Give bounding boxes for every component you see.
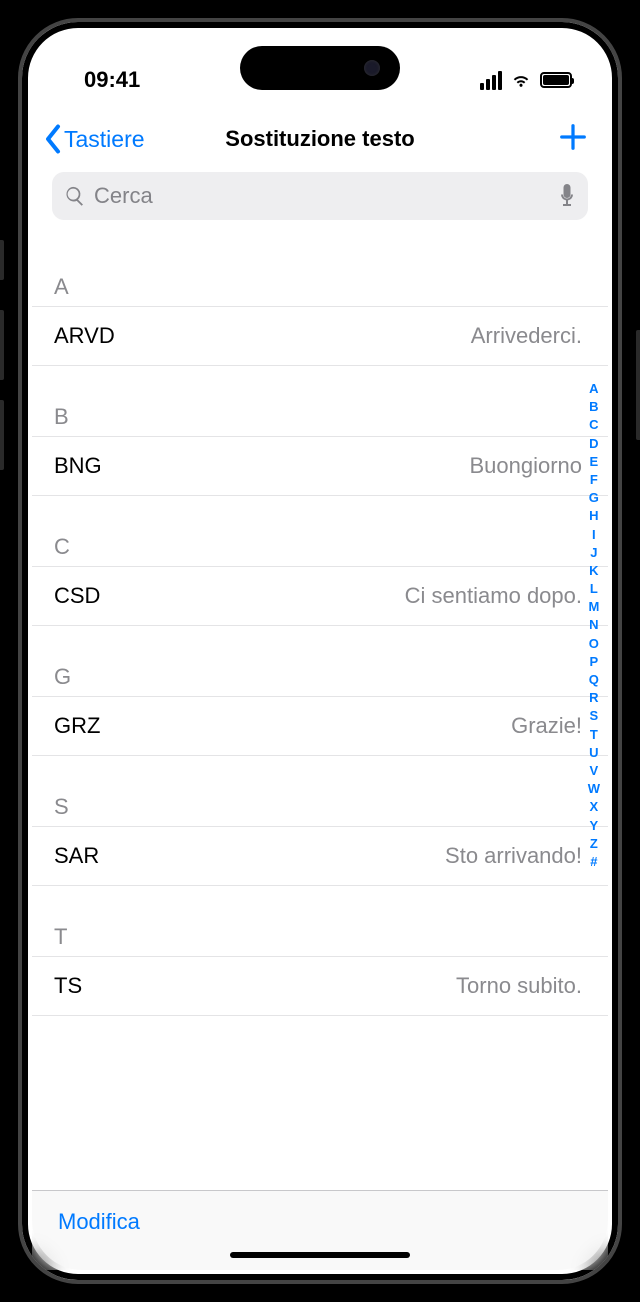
replacement-row[interactable]: CSD Ci sentiamo dopo. (32, 567, 608, 626)
cellular-signal-icon (480, 71, 502, 90)
replacement-row[interactable]: GRZ Grazie! (32, 697, 608, 756)
index-letter[interactable]: F (586, 471, 602, 489)
shortcut-text: ARVD (54, 323, 115, 349)
status-indicators (480, 69, 572, 91)
home-indicator[interactable] (230, 1252, 410, 1258)
section-header: T (32, 914, 608, 957)
mic-icon[interactable] (558, 184, 576, 208)
section-T: T TS Torno subito. (32, 914, 608, 1016)
phrase-text: Arrivederci. (471, 323, 582, 349)
section-header: C (32, 524, 608, 567)
replacement-groups: AARVDArrivederci.BBNGBuongiornoCCSDCi se… (32, 264, 608, 1016)
chevron-left-icon (42, 124, 64, 154)
index-letter[interactable]: D (585, 435, 602, 453)
front-camera (364, 60, 380, 76)
power-button (636, 330, 640, 440)
screen: 09:41 Tastiere Sostituzione testo (32, 32, 608, 1270)
index-letter[interactable]: W (584, 780, 604, 798)
index-letter[interactable]: G (585, 489, 603, 507)
section-C: C CSD Ci sentiamo dopo. (32, 524, 608, 626)
index-letter[interactable]: Z (586, 835, 602, 853)
shortcut-text: CSD (54, 583, 100, 609)
section-header: B (32, 394, 608, 437)
shortcut-text: BNG (54, 453, 102, 479)
index-letter[interactable]: X (586, 798, 603, 816)
index-letter[interactable]: # (586, 853, 601, 871)
index-letter[interactable]: L (586, 580, 602, 598)
section-B: B BNG Buongiorno (32, 394, 608, 496)
volume-down (0, 400, 4, 470)
navigation-bar: Tastiere Sostituzione testo (32, 110, 608, 168)
index-letter[interactable]: M (584, 598, 603, 616)
section-G: G GRZ Grazie! (32, 654, 608, 756)
index-letter[interactable]: N (585, 616, 602, 634)
index-letter[interactable]: T (586, 726, 602, 744)
section-S: S SAR Sto arrivando! (32, 784, 608, 886)
wifi-icon (510, 69, 532, 91)
shortcut-text: TS (54, 973, 82, 999)
index-letter[interactable]: H (585, 507, 602, 525)
back-button[interactable]: Tastiere (42, 124, 145, 154)
index-letter[interactable]: P (586, 653, 603, 671)
shortcut-text: GRZ (54, 713, 100, 739)
dynamic-island (240, 46, 400, 90)
search-input[interactable] (94, 183, 550, 209)
edit-button[interactable]: Modifica (58, 1209, 140, 1235)
replacement-row[interactable]: SAR Sto arrivando! (32, 827, 608, 886)
phrase-text: Sto arrivando! (445, 843, 582, 869)
silent-switch (0, 240, 4, 280)
index-letter[interactable]: Q (585, 671, 603, 689)
device-frame: 09:41 Tastiere Sostituzione testo (0, 0, 640, 1302)
phrase-text: Ci sentiamo dopo. (405, 583, 582, 609)
index-letter[interactable]: S (586, 707, 603, 725)
index-letter[interactable]: V (586, 762, 603, 780)
replacement-row[interactable]: ARVD Arrivederci. (32, 307, 608, 366)
index-letter[interactable]: K (585, 562, 602, 580)
phrase-text: Torno subito. (456, 973, 582, 999)
search-icon (64, 185, 86, 207)
status-time: 09:41 (84, 67, 140, 93)
phrase-text: Buongiorno (469, 453, 582, 479)
index-letter[interactable]: J (586, 544, 601, 562)
section-header: S (32, 784, 608, 827)
add-button[interactable] (558, 122, 588, 157)
section-A: A ARVD Arrivederci. (32, 264, 608, 366)
index-letter[interactable]: O (585, 635, 603, 653)
replacement-row[interactable]: TS Torno subito. (32, 957, 608, 1016)
index-letter[interactable]: B (585, 398, 602, 416)
index-letter[interactable]: A (585, 380, 602, 398)
index-letter[interactable]: I (588, 526, 600, 544)
search-field[interactable] (52, 172, 588, 220)
index-letter[interactable]: C (585, 416, 602, 434)
list-content[interactable]: AARVDArrivederci.BBNGBuongiornoCCSDCi se… (32, 230, 608, 1190)
phrase-text: Grazie! (511, 713, 582, 739)
index-letter[interactable]: U (585, 744, 602, 762)
plus-icon (558, 122, 588, 152)
replacement-row[interactable]: BNG Buongiorno (32, 437, 608, 496)
volume-up (0, 310, 4, 380)
section-header: G (32, 654, 608, 697)
index-letter[interactable]: Y (586, 817, 603, 835)
shortcut-text: SAR (54, 843, 99, 869)
battery-icon (540, 72, 572, 88)
back-label: Tastiere (64, 126, 145, 153)
index-letter[interactable]: R (585, 689, 602, 707)
phone-body: 09:41 Tastiere Sostituzione testo (18, 18, 622, 1284)
search-container (32, 168, 608, 230)
bottom-toolbar: Modifica (32, 1190, 608, 1270)
alpha-index[interactable]: ABCDEFGHIJKLMNOPQRSTUVWXYZ# (584, 380, 604, 871)
section-header: A (32, 264, 608, 307)
index-letter[interactable]: E (586, 453, 603, 471)
